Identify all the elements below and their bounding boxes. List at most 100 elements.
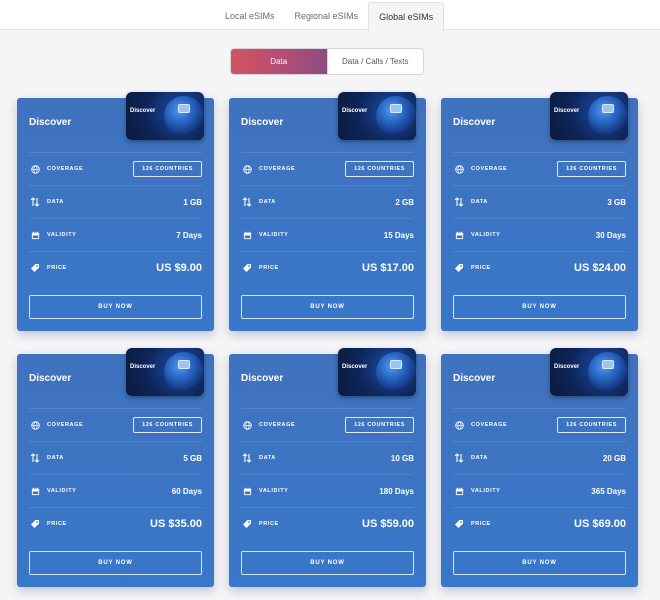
sim-card-image: Discover bbox=[126, 348, 204, 396]
data-amount: 1 GB bbox=[183, 197, 202, 207]
plan-name: Discover bbox=[29, 117, 72, 128]
calendar-icon bbox=[241, 229, 253, 241]
coverage-row: COVERAGE 126 COUNTRIES bbox=[29, 152, 202, 185]
data-label: DATA bbox=[259, 199, 276, 205]
arrows-up-down-icon bbox=[29, 196, 41, 208]
sim-card-image: Discover bbox=[338, 92, 416, 140]
plan-name: Discover bbox=[241, 117, 284, 128]
plan-card-2: Discover Discover COVERAGE 126 COUNTRIES… bbox=[229, 92, 426, 331]
plan-price: US $24.00 bbox=[574, 262, 626, 274]
sim-chip-icon bbox=[602, 360, 614, 369]
coverage-row: COVERAGE 126 COUNTRIES bbox=[453, 152, 626, 185]
coverage-countries-badge[interactable]: 126 COUNTRIES bbox=[345, 417, 414, 433]
validity-row: VALIDITY 365 Days bbox=[453, 474, 626, 507]
validity-period: 60 Days bbox=[171, 486, 202, 496]
sim-card-image: Discover bbox=[550, 348, 628, 396]
globe-icon bbox=[241, 163, 253, 175]
price-label: PRICE bbox=[471, 265, 491, 271]
coverage-countries-badge[interactable]: 126 COUNTRIES bbox=[557, 417, 626, 433]
sim-label: Discover bbox=[342, 364, 368, 370]
tab-local-esims[interactable]: Local eSIMs bbox=[215, 2, 285, 30]
coverage-label: COVERAGE bbox=[471, 422, 508, 428]
tab-bar: Local eSIMs Regional eSIMs Global eSIMs bbox=[0, 0, 660, 31]
validity-period: 15 Days bbox=[383, 230, 414, 240]
buy-now-button[interactable]: BUY NOW bbox=[29, 551, 202, 575]
data-label: DATA bbox=[471, 199, 488, 205]
segment-data-calls-texts[interactable]: Data / Calls / Texts bbox=[326, 49, 424, 74]
price-tag-icon bbox=[241, 518, 253, 530]
data-label: DATA bbox=[47, 199, 64, 205]
data-row: DATA 3 GB bbox=[453, 185, 626, 218]
coverage-countries-badge[interactable]: 126 COUNTRIES bbox=[133, 417, 202, 433]
plan-name: Discover bbox=[241, 373, 284, 384]
buy-now-button[interactable]: BUY NOW bbox=[453, 551, 626, 575]
sim-globe-graphic bbox=[376, 352, 416, 392]
sim-label: Discover bbox=[554, 108, 580, 114]
tab-global-esims[interactable]: Global eSIMs bbox=[368, 2, 445, 31]
price-row: PRICE US $35.00 bbox=[29, 507, 202, 540]
price-tag-icon bbox=[29, 518, 41, 530]
calendar-icon bbox=[241, 485, 253, 497]
calendar-icon bbox=[453, 229, 465, 241]
coverage-countries-badge[interactable]: 126 COUNTRIES bbox=[133, 161, 202, 177]
sim-card-image: Discover bbox=[550, 92, 628, 140]
tab-regional-esims[interactable]: Regional eSIMs bbox=[285, 2, 369, 30]
price-tag-icon bbox=[241, 262, 253, 274]
plan-card-1: Discover Discover COVERAGE 126 COUNTRIES… bbox=[17, 92, 214, 331]
buy-now-button[interactable]: BUY NOW bbox=[29, 295, 202, 319]
arrows-up-down-icon bbox=[241, 196, 253, 208]
coverage-row: COVERAGE 126 COUNTRIES bbox=[241, 408, 414, 441]
data-amount: 5 GB bbox=[183, 453, 202, 463]
plan-price: US $35.00 bbox=[150, 518, 202, 530]
validity-label: VALIDITY bbox=[259, 488, 289, 494]
coverage-label: COVERAGE bbox=[47, 422, 84, 428]
globe-icon bbox=[453, 163, 465, 175]
price-tag-icon bbox=[453, 518, 465, 530]
calendar-icon bbox=[29, 485, 41, 497]
price-label: PRICE bbox=[47, 265, 67, 271]
price-label: PRICE bbox=[259, 265, 279, 271]
data-amount: 3 GB bbox=[607, 197, 626, 207]
price-label: PRICE bbox=[259, 521, 279, 527]
sim-chip-icon bbox=[390, 104, 402, 113]
arrows-up-down-icon bbox=[453, 452, 465, 464]
segment-data[interactable]: Data bbox=[231, 49, 327, 74]
validity-label: VALIDITY bbox=[471, 488, 501, 494]
validity-period: 180 Days bbox=[379, 486, 414, 496]
price-label: PRICE bbox=[471, 521, 491, 527]
data-amount: 20 GB bbox=[602, 453, 626, 463]
validity-period: 30 Days bbox=[595, 230, 626, 240]
sim-globe-graphic bbox=[164, 352, 204, 392]
arrows-up-down-icon bbox=[241, 452, 253, 464]
validity-period: 7 Days bbox=[176, 230, 202, 240]
sim-label: Discover bbox=[130, 364, 156, 370]
plan-name: Discover bbox=[453, 117, 496, 128]
plan-price: US $17.00 bbox=[362, 262, 414, 274]
price-tag-icon bbox=[29, 262, 41, 274]
sim-label: Discover bbox=[130, 108, 156, 114]
buy-now-button[interactable]: BUY NOW bbox=[241, 551, 414, 575]
price-label: PRICE bbox=[47, 521, 67, 527]
data-label: DATA bbox=[471, 455, 488, 461]
coverage-label: COVERAGE bbox=[259, 422, 296, 428]
validity-label: VALIDITY bbox=[47, 488, 77, 494]
coverage-countries-badge[interactable]: 126 COUNTRIES bbox=[345, 161, 414, 177]
plan-name: Discover bbox=[29, 373, 72, 384]
validity-row: VALIDITY 15 Days bbox=[241, 218, 414, 251]
validity-row: VALIDITY 30 Days bbox=[453, 218, 626, 251]
buy-now-button[interactable]: BUY NOW bbox=[453, 295, 626, 319]
plan-price: US $9.00 bbox=[156, 262, 202, 274]
plan-card-3: Discover Discover COVERAGE 126 COUNTRIES… bbox=[441, 92, 638, 331]
validity-period: 365 Days bbox=[591, 486, 626, 496]
coverage-countries-badge[interactable]: 126 COUNTRIES bbox=[557, 161, 626, 177]
buy-now-button[interactable]: BUY NOW bbox=[241, 295, 414, 319]
data-row: DATA 20 GB bbox=[453, 441, 626, 474]
data-row: DATA 1 GB bbox=[29, 185, 202, 218]
price-row: PRICE US $59.00 bbox=[241, 507, 414, 540]
validity-label: VALIDITY bbox=[471, 232, 501, 238]
sim-chip-icon bbox=[390, 360, 402, 369]
price-row: PRICE US $24.00 bbox=[453, 251, 626, 284]
data-amount: 2 GB bbox=[395, 197, 414, 207]
validity-row: VALIDITY 60 Days bbox=[29, 474, 202, 507]
price-row: PRICE US $9.00 bbox=[29, 251, 202, 284]
